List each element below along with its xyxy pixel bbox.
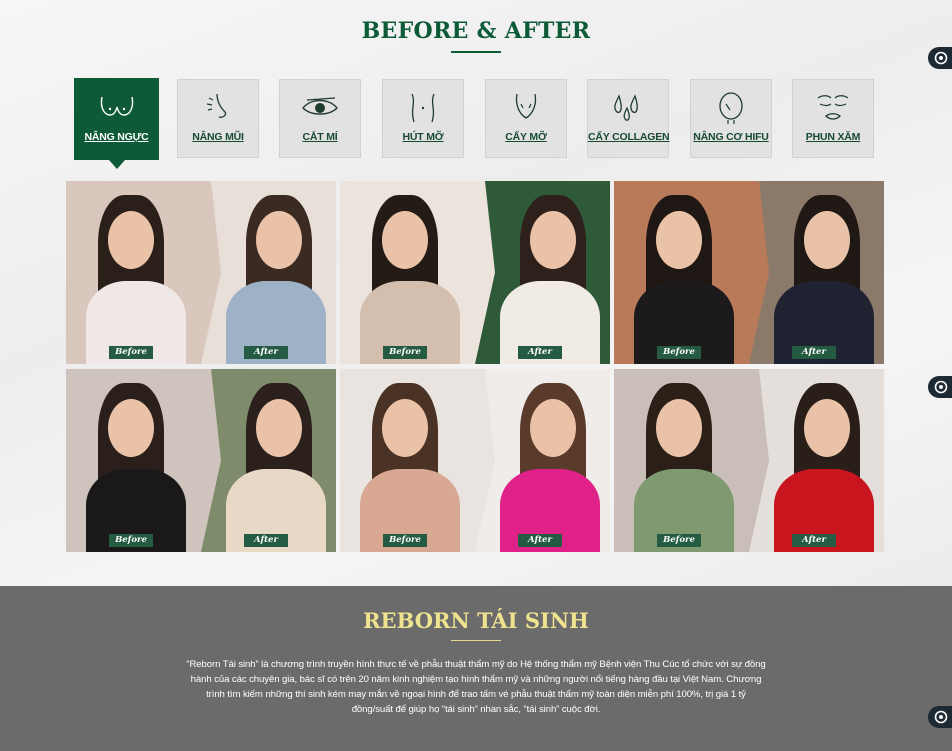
active-tab-pointer (109, 160, 125, 169)
tab-label: NÂNG MŨI (192, 131, 244, 143)
eye-icon (302, 97, 338, 115)
tab-phun-xam[interactable]: PHUN XĂM (792, 79, 874, 158)
section-title: BEFORE & AFTER (361, 18, 591, 44)
support-icon (934, 51, 948, 65)
reborn-divider (451, 640, 501, 641)
before-after-photo[interactable]: Before After (340, 181, 610, 364)
before-after-photo[interactable]: Before After (614, 369, 884, 552)
before-badge: Before (383, 346, 427, 359)
before-badge: Before (383, 534, 427, 547)
title-divider (451, 51, 501, 53)
after-badge: After (792, 346, 836, 359)
before-after-photo[interactable]: Before After (66, 181, 336, 364)
before-after-photo[interactable]: Before After (66, 369, 336, 552)
body-contour-icon (411, 93, 435, 123)
nose-icon (206, 93, 227, 118)
tab-cay-mo[interactable]: CẤY MỠ (485, 79, 567, 158)
tab-label: NÂNG NGỰC (84, 131, 149, 143)
brow-lips-icon (817, 95, 849, 120)
tab-label: HÚT MỠ (402, 131, 444, 143)
breast-icon (100, 96, 133, 116)
tab-cay-collagen[interactable]: CẤY COLLAGEN (587, 79, 670, 158)
support-icon (934, 710, 948, 724)
tab-cat-mi[interactable]: CẮT MÍ (279, 79, 361, 158)
before-badge: Before (109, 534, 153, 547)
tab-label: NÂNG CƠ HIFU (693, 131, 769, 143)
tab-nang-co-hifu[interactable]: NÂNG CƠ HIFU (690, 79, 772, 158)
tab-label: CẤY MỠ (505, 131, 547, 143)
tab-label: CẤY COLLAGEN (588, 131, 670, 143)
before-badge: Before (657, 534, 701, 547)
floating-support-button[interactable] (928, 706, 952, 728)
floating-support-button[interactable] (928, 47, 952, 69)
after-badge: After (244, 346, 288, 359)
tab-label: PHUN XĂM (805, 131, 861, 143)
before-after-photo[interactable]: Before After (340, 369, 610, 552)
after-badge: After (244, 534, 288, 547)
before-badge: Before (109, 346, 153, 359)
tab-nang-mui[interactable]: NÂNG MŨI (177, 79, 259, 158)
floating-support-button[interactable] (928, 376, 952, 398)
after-badge: After (518, 534, 562, 547)
face-fat-icon (515, 93, 537, 119)
support-icon (934, 380, 948, 394)
after-badge: After (792, 534, 836, 547)
reborn-description: “Reborn Tái sinh” là chương trình truyền… (186, 659, 766, 715)
face-lift-icon (719, 92, 743, 124)
before-after-photo[interactable]: Before After (614, 181, 884, 364)
tab-label: CẮT MÍ (302, 131, 338, 143)
reborn-title: REBORN TÁI SINH (363, 608, 589, 633)
before-badge: Before (657, 346, 701, 359)
tab-nang-nguc[interactable]: NÂNG NGỰC (74, 78, 159, 160)
service-tabs: NÂNG NGỰC NÂNG MŨI CẮT MÍ HÚT MỠ CẤY MỠ (74, 78, 884, 172)
after-badge: After (518, 346, 562, 359)
drops-icon (614, 94, 638, 121)
tab-hut-mo[interactable]: HÚT MỠ (382, 79, 464, 158)
